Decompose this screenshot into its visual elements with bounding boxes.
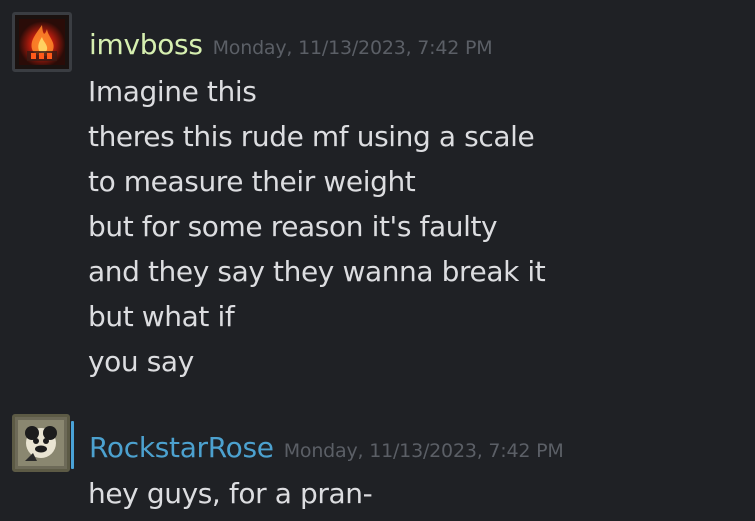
timestamp: Monday, 11/13/2023, 7:42 PM [283, 440, 564, 462]
message-line: you say [88, 345, 194, 378]
message-line: theres this rude mf using a scale [88, 120, 535, 153]
message-body: hey guys, for a pran- [88, 475, 373, 520]
message-line: but what if [88, 300, 235, 333]
fire-avatar-icon[interactable] [12, 12, 72, 72]
timestamp: Monday, 11/13/2023, 7:42 PM [212, 37, 493, 59]
message-line: but for some reason it's faulty [88, 210, 498, 243]
chat-log: imvboss Monday, 11/13/2023, 7:42 PM Imagi… [0, 0, 755, 521]
username[interactable]: imvboss [89, 28, 203, 61]
message-body: Imagine this theres this rude mf using a… [88, 73, 546, 388]
message-line: Imagine this [88, 75, 257, 108]
message-line: and they say they wanna break it [88, 255, 546, 288]
cartoon-character-avatar-icon[interactable] [12, 414, 70, 472]
message-line: hey guys, for a pran- [88, 477, 373, 510]
message-header: RockstarRose Monday, 11/13/2023, 7:42 PM [89, 431, 564, 464]
status-indicator [71, 421, 74, 469]
message-header: imvboss Monday, 11/13/2023, 7:42 PM [89, 28, 493, 61]
message-line: to measure their weight [88, 165, 416, 198]
username[interactable]: RockstarRose [89, 431, 274, 464]
